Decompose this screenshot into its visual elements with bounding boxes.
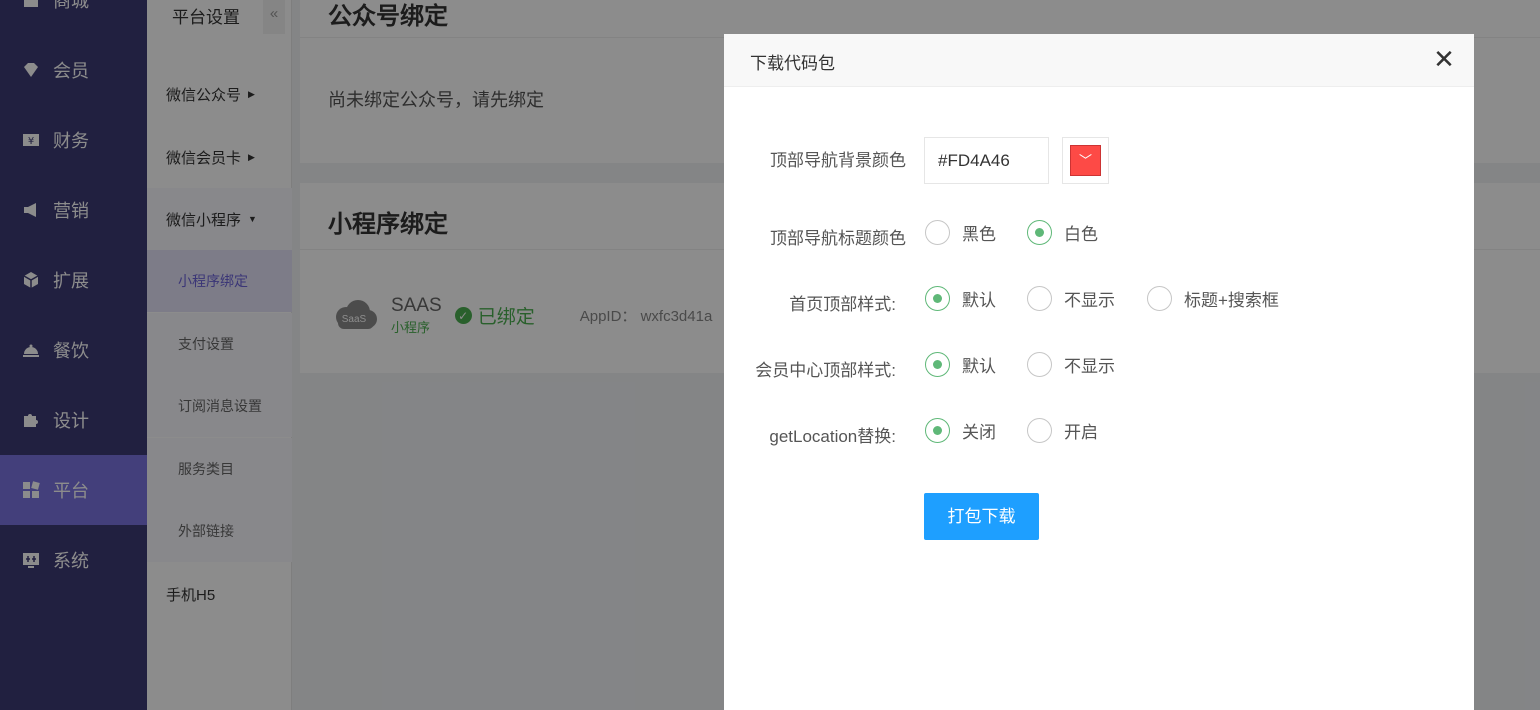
chevron-down-icon: ﹀ <box>1070 145 1101 176</box>
form-row-member-top-style: 会员中心顶部样式: 默认 不显示 <box>724 347 1474 387</box>
radio-label: 不显示 <box>1064 291 1115 310</box>
form-row-home-top-style: 首页顶部样式: 默认 不显示 标题+搜索框 <box>724 281 1474 321</box>
radio-circle <box>1027 286 1052 311</box>
home-top-style-label: 首页顶部样式: <box>789 295 896 314</box>
radio-home-title-search[interactable]: 标题+搜索框 <box>1147 286 1279 311</box>
radio-circle <box>925 220 950 245</box>
nav-title-color-label: 顶部导航标题颜色 <box>770 229 906 248</box>
radio-black[interactable]: 黑色 <box>925 220 996 245</box>
radio-member-hidden[interactable]: 不显示 <box>1027 352 1115 377</box>
radio-circle <box>1027 352 1052 377</box>
radio-label: 不显示 <box>1064 357 1115 376</box>
radio-circle <box>1147 286 1172 311</box>
form-row-nav-bg-color: 顶部导航背景颜色 #FD4A46 ﹀ <box>724 137 1474 184</box>
get-location-label: getLocation替换: <box>769 427 896 446</box>
radio-label: 关闭 <box>962 423 996 442</box>
radio-label: 黑色 <box>962 225 996 244</box>
radio-label: 默认 <box>962 291 996 310</box>
radio-circle <box>1027 418 1052 443</box>
nav-bg-color-input[interactable]: #FD4A46 <box>924 137 1049 184</box>
form-row-nav-title-color: 顶部导航标题颜色 黑色 白色 <box>724 215 1474 255</box>
radio-label: 白色 <box>1064 225 1098 244</box>
radio-label: 默认 <box>962 357 996 376</box>
form-row-get-location: getLocation替换: 关闭 开启 <box>724 413 1474 453</box>
radio-white[interactable]: 白色 <box>1027 220 1098 245</box>
modal-title: 下载代码包 <box>750 54 835 73</box>
color-picker-button[interactable]: ﹀ <box>1062 137 1109 184</box>
radio-home-hidden[interactable]: 不显示 <box>1027 286 1115 311</box>
radio-circle <box>925 418 950 443</box>
radio-label: 开启 <box>1064 423 1098 442</box>
download-modal: 下载代码包 ✕ 顶部导航背景颜色 #FD4A46 ﹀ 顶部导航标题颜色 黑色 白… <box>724 34 1474 710</box>
radio-location-off[interactable]: 关闭 <box>925 418 996 443</box>
nav-bg-color-label: 顶部导航背景颜色 <box>770 151 906 170</box>
radio-circle <box>1027 220 1052 245</box>
radio-location-on[interactable]: 开启 <box>1027 418 1098 443</box>
package-download-button[interactable]: 打包下载 <box>924 493 1039 540</box>
radio-label: 标题+搜索框 <box>1184 291 1279 310</box>
close-icon[interactable]: ✕ <box>1432 46 1456 72</box>
modal-header: 下载代码包 ✕ <box>724 34 1474 87</box>
radio-member-default[interactable]: 默认 <box>925 352 996 377</box>
radio-home-default[interactable]: 默认 <box>925 286 996 311</box>
radio-circle <box>925 286 950 311</box>
member-top-style-label: 会员中心顶部样式: <box>755 361 896 380</box>
radio-circle <box>925 352 950 377</box>
